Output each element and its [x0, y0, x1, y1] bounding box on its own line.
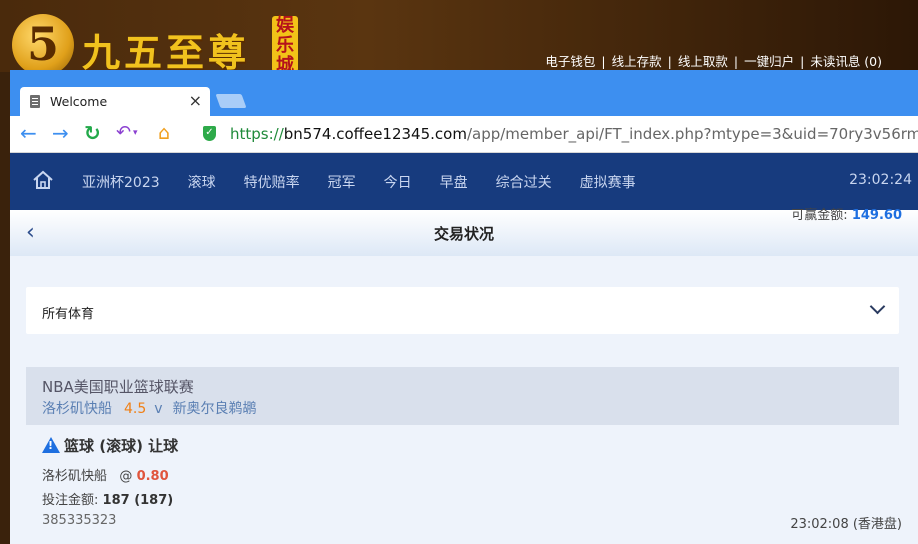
forward-arrow-icon[interactable]: → — [52, 120, 69, 146]
nav-item-virtual[interactable]: 虚拟赛事 — [580, 172, 636, 192]
url-host: bn574.coffee12345.com — [283, 125, 467, 143]
url-path: /app/member_api/FT_index.php?mtype=3&uid… — [466, 125, 918, 143]
close-icon[interactable]: × — [189, 91, 202, 110]
home-icon[interactable] — [32, 169, 54, 191]
sport-filter-dropdown[interactable]: 所有体育 — [26, 287, 899, 334]
logo-text: 九五至尊 — [82, 30, 251, 75]
stake-value: 187 (187) — [102, 493, 174, 508]
nav-items: 亚洲杯2023 滚球 特优赔率 冠军 今日 早盘 综合过关 虚拟赛事 — [82, 153, 664, 210]
stake-label: 投注金额: — [42, 493, 99, 508]
page-icon — [30, 95, 40, 108]
stake-row: 投注金额: 187 (187) — [42, 489, 173, 508]
warning-icon — [42, 437, 60, 453]
top-links: 电子钱包 | 线上存款 | 线上取款 | 一键归户 | 未读讯息 (0) — [545, 54, 882, 69]
tab-title: Welcome — [50, 94, 108, 109]
vs-label: v — [154, 401, 163, 417]
matchup: 洛杉矶快船 4.5 v 新奥尔良鹈鹕 — [42, 398, 257, 418]
top-link-withdraw[interactable]: 线上取款 — [678, 54, 728, 69]
ticket-id: 385335323 — [42, 513, 117, 528]
league-name: NBA美国职业篮球联赛 — [42, 378, 194, 396]
bet-selection: 洛杉矶快船 @ 0.80 — [42, 465, 169, 484]
top-link-deposit[interactable]: 线上存款 — [612, 54, 662, 69]
at-sign: @ — [119, 469, 133, 484]
chevron-down-icon — [869, 298, 886, 315]
handicap: 4.5 — [124, 401, 147, 417]
nav-item-today[interactable]: 今日 — [384, 172, 412, 192]
logo-icon: 5 — [12, 14, 74, 76]
top-link-messages[interactable]: 未读讯息 (0) — [810, 54, 882, 69]
site-header: 5 九五至尊 娱乐城 电子钱包 | 线上存款 | 线上取款 | 一键归户 | 未读讯息 (0) — [0, 0, 918, 76]
nav-item-outrights[interactable]: 冠军 — [328, 172, 356, 192]
chevron-down-icon[interactable]: ▾ — [133, 120, 138, 146]
logo-tag: 娱乐城 — [272, 16, 298, 76]
page-header: ‹ 交易状况 — [10, 210, 918, 256]
bet-card: 篮球 (滚球) 让球 洛杉矶快船 @ 0.80 投注金额: 187 (187) … — [26, 425, 899, 544]
shield-icon: ✓ — [203, 126, 216, 141]
nav-item-early[interactable]: 早盘 — [440, 172, 468, 192]
bet-time: 23:02:08 (香港盘) — [790, 517, 902, 532]
odds-value: 0.80 — [136, 469, 169, 484]
nav-item-parlay[interactable]: 综合过关 — [496, 172, 552, 192]
url-scheme: https:// — [230, 125, 284, 143]
win-label: 可赢金额: — [791, 208, 848, 223]
clock: 23:02:24 — [849, 172, 912, 188]
away-team: 新奥尔良鹈鹕 — [172, 401, 257, 417]
site-nav: 亚洲杯2023 滚球 特优赔率 冠军 今日 早盘 综合过关 虚拟赛事 23:02… — [10, 153, 918, 210]
filter-label: 所有体育 — [42, 307, 95, 322]
bet-type: 篮球 (滚球) 让球 — [42, 435, 178, 456]
tab-strip: Welcome × — [10, 70, 918, 116]
win-value: 149.60 — [851, 208, 902, 223]
refresh-icon[interactable]: ↻ — [84, 120, 101, 146]
undo-icon[interactable]: ↶ — [116, 120, 131, 146]
url-field[interactable]: https://bn574.coffee12345.com/app/member… — [230, 125, 918, 143]
nav-item-special-odds[interactable]: 特优赔率 — [244, 172, 300, 192]
page-title: 交易状况 — [433, 225, 494, 243]
bet-type-label: 篮球 (滚球) 让球 — [64, 437, 179, 455]
home-team: 洛杉矶快船 — [42, 401, 112, 417]
browser-window: Welcome × ← → ↻ ↶ ▾ ⌂ ✓ https://bn574.co… — [10, 70, 918, 544]
top-link-consolidate[interactable]: 一键归户 — [744, 54, 794, 69]
nav-item-asian-cup[interactable]: 亚洲杯2023 — [82, 172, 160, 192]
top-link-wallet[interactable]: 电子钱包 — [545, 54, 595, 69]
new-tab-button[interactable] — [215, 94, 247, 108]
tab-welcome[interactable]: Welcome × — [20, 87, 210, 116]
home-icon[interactable]: ⌂ — [158, 120, 170, 146]
nav-item-in-play[interactable]: 滚球 — [188, 172, 216, 192]
win-row: 可赢金额: 149.60 — [791, 204, 902, 223]
address-bar: ← → ↻ ↶ ▾ ⌂ ✓ https://bn574.coffee12345.… — [10, 116, 918, 153]
back-arrow-icon[interactable]: ← — [20, 120, 37, 146]
league-header: NBA美国职业篮球联赛 洛杉矶快船 4.5 v 新奥尔良鹈鹕 — [26, 367, 899, 425]
selection-team: 洛杉矶快船 — [42, 469, 108, 484]
